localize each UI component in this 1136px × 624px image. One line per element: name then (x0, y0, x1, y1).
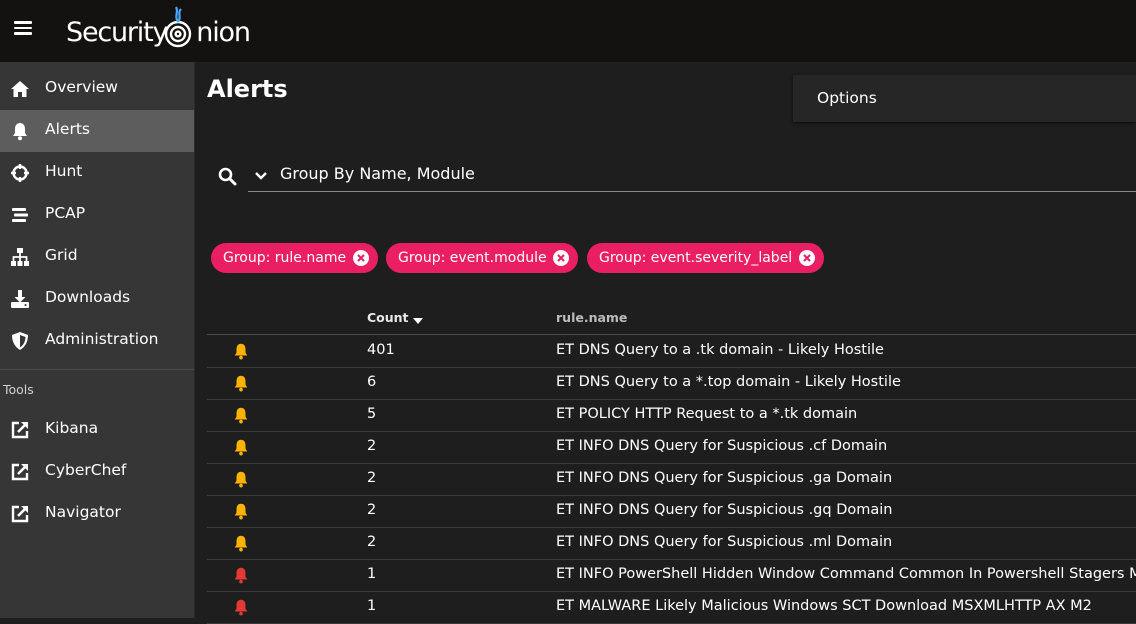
bell-icon[interactable] (232, 342, 250, 360)
count-cell: 401 (367, 342, 395, 358)
rule-name-cell[interactable]: ET DNS Query to a .tk domain - Likely Ho… (556, 342, 884, 358)
bell-icon[interactable] (232, 534, 250, 552)
sidebar-item-label: Overview (45, 78, 118, 96)
table-row[interactable]: 5 ET POLICY HTTP Request to a *.tk domain (207, 399, 1136, 432)
onion-logo-icon (164, 6, 192, 48)
bell-icon[interactable] (232, 406, 250, 424)
shield-icon (12, 332, 28, 350)
sidebar-item-label: PCAP (45, 204, 86, 222)
logo-text: Security nion (66, 17, 251, 48)
count-cell: 6 (367, 374, 377, 390)
rule-name-cell[interactable]: ET MALWARE Likely Malicious Windows SCT … (556, 598, 1092, 614)
query-input[interactable] (248, 156, 1136, 192)
close-circle-icon[interactable] (799, 250, 815, 266)
table-row[interactable]: 2 ET INFO DNS Query for Suspicious .ml Do… (207, 527, 1136, 560)
sidebar-item-label: Grid (45, 246, 78, 264)
rule-name-cell[interactable]: ET INFO DNS Query for Suspicious .cf Dom… (556, 438, 887, 454)
bell-icon[interactable] (232, 566, 250, 584)
sidebar-item-administration[interactable]: Administration (0, 320, 194, 362)
table-row[interactable]: 1 ET MALWARE Likely Malicious Windows SCT… (207, 591, 1136, 624)
sidebar-item-navigator[interactable]: Navigator (0, 493, 194, 535)
chip-label: Group: event.module (398, 250, 547, 266)
sidebar-item-grid[interactable]: Grid (0, 236, 194, 278)
sidebar-item-label: Alerts (45, 120, 90, 138)
crosshairs-icon (11, 164, 29, 182)
bell-icon[interactable] (232, 438, 250, 456)
table-header: Count rule.name (207, 303, 1136, 335)
count-cell: 2 (367, 534, 377, 550)
bell-icon[interactable] (232, 598, 250, 616)
table-row[interactable]: 2 ET INFO DNS Query for Suspicious .ga Do… (207, 463, 1136, 496)
top-app-bar: Security nion (0, 0, 1136, 62)
navigation-drawer: Overview Alerts Hunt PCAP Grid Downloads… (0, 62, 195, 618)
main-content: Alerts Options Group: rule.name Group: e… (195, 62, 1136, 624)
search-icon[interactable] (218, 167, 237, 186)
sidebar-item-label: CyberChef (45, 461, 127, 479)
chip-label: Group: event.severity_label (599, 250, 793, 266)
sidebar-item-label: Navigator (45, 503, 121, 521)
rule-name-cell[interactable]: ET INFO DNS Query for Suspicious .gq Dom… (556, 502, 892, 518)
count-cell: 2 (367, 438, 377, 454)
sort-descending-icon[interactable] (412, 317, 424, 325)
rule-name-cell[interactable]: ET INFO DNS Query for Suspicious .ga Dom… (556, 470, 892, 486)
group-chip-event-severity-label[interactable]: Group: event.severity_label (587, 243, 824, 273)
sidebar-item-downloads[interactable]: Downloads (0, 278, 194, 320)
table-row[interactable]: 2 ET INFO DNS Query for Suspicious .gq Do… (207, 495, 1136, 528)
bell-icon[interactable] (232, 502, 250, 520)
count-cell: 5 (367, 406, 377, 422)
sidebar-item-label: Kibana (45, 419, 99, 437)
sidebar-item-alerts[interactable]: Alerts (0, 110, 194, 152)
sidebar-item-pcap[interactable]: PCAP (0, 194, 194, 236)
count-cell: 2 (367, 470, 377, 486)
rule-name-cell[interactable]: ET POLICY HTTP Request to a *.tk domain (556, 406, 857, 422)
column-header-rule-name[interactable]: rule.name (556, 310, 627, 325)
stream-icon (12, 208, 28, 222)
count-cell: 2 (367, 502, 377, 518)
sitemap-icon (11, 248, 29, 266)
count-cell: 1 (367, 566, 377, 582)
page-title: Alerts (207, 75, 288, 103)
chip-label: Group: rule.name (223, 250, 347, 266)
column-header-count[interactable]: Count (367, 310, 409, 325)
rule-name-cell[interactable]: ET INFO PowerShell Hidden Window Command… (556, 566, 1136, 582)
tools-heading: Tools (3, 382, 34, 397)
external-link-icon (11, 505, 29, 523)
bell-icon[interactable] (232, 470, 250, 488)
table-row[interactable]: 6 ET DNS Query to a *.top domain - Likely… (207, 367, 1136, 400)
group-chip-rule-name[interactable]: Group: rule.name (211, 243, 378, 273)
bell-icon (13, 123, 27, 141)
download-icon (11, 290, 29, 308)
external-link-icon (11, 421, 29, 439)
sidebar-item-overview[interactable]: Overview (0, 68, 194, 110)
group-chip-event-module[interactable]: Group: event.module (386, 243, 578, 273)
table-row[interactable]: 2 ET INFO DNS Query for Suspicious .cf Do… (207, 431, 1136, 464)
table-row[interactable]: 401 ET DNS Query to a .tk domain - Likely… (207, 335, 1136, 368)
sidebar-divider (0, 369, 194, 370)
sidebar-item-label: Hunt (45, 162, 83, 180)
bell-icon[interactable] (232, 374, 250, 392)
sidebar-item-cyberchef[interactable]: CyberChef (0, 451, 194, 493)
options-panel[interactable]: Options (793, 75, 1136, 122)
home-icon (11, 81, 29, 97)
menu-icon[interactable] (14, 21, 32, 35)
sidebar-item-kibana[interactable]: Kibana (0, 409, 194, 451)
sidebar-item-label: Downloads (45, 288, 131, 306)
rule-name-cell[interactable]: ET INFO DNS Query for Suspicious .ml Dom… (556, 534, 892, 550)
table-row[interactable]: 1 ET INFO PowerShell Hidden Window Comman… (207, 559, 1136, 592)
sidebar-item-label: Administration (45, 330, 159, 348)
external-link-icon (11, 463, 29, 481)
sidebar-item-hunt[interactable]: Hunt (0, 152, 194, 194)
close-circle-icon[interactable] (553, 250, 569, 266)
count-cell: 1 (367, 598, 377, 614)
rule-name-cell[interactable]: ET DNS Query to a *.top domain - Likely … (556, 374, 901, 390)
chevron-down-icon[interactable] (254, 171, 268, 181)
close-circle-icon[interactable] (353, 250, 369, 266)
options-label[interactable]: Options (817, 89, 877, 107)
